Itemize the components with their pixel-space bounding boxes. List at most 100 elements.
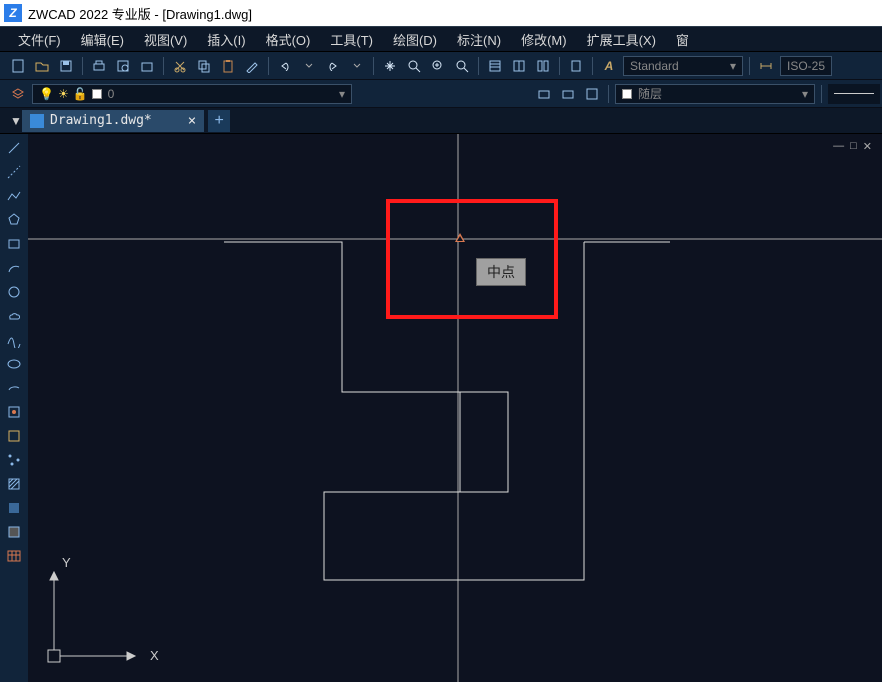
print-icon[interactable]	[88, 55, 110, 77]
make-block-icon[interactable]	[3, 425, 25, 447]
zoom-realtime-icon[interactable]	[403, 55, 425, 77]
layer-name: 0	[108, 87, 115, 101]
arc-icon[interactable]	[3, 257, 25, 279]
standard-toolbar: A Standard ▾ ISO-25	[0, 52, 882, 80]
undo-dropdown-icon[interactable]	[298, 55, 320, 77]
layer-freeze-icon: ☀	[58, 87, 69, 101]
spline-icon[interactable]	[3, 329, 25, 351]
pan-icon[interactable]	[379, 55, 401, 77]
document-tabbar: ▼ Drawing1.dwg* × +	[0, 108, 882, 134]
design-center-icon[interactable]	[508, 55, 530, 77]
tab-list-dropdown[interactable]: ▼	[0, 114, 18, 128]
app-icon: Z	[4, 4, 22, 22]
tab-close-button[interactable]: ×	[188, 113, 196, 129]
menu-draw[interactable]: 绘图(D)	[383, 26, 447, 53]
publish-icon[interactable]	[136, 55, 158, 77]
calculator-icon[interactable]	[565, 55, 587, 77]
layer-on-icon: 💡	[39, 87, 54, 101]
layer-toolbar: 💡 ☀ 🔓 0 ▾ 随层 ▾	[0, 80, 882, 108]
layer-manager-icon[interactable]	[7, 83, 29, 105]
titlebar: Z ZWCAD 2022 专业版 - [Drawing1.dwg]	[0, 0, 882, 26]
menu-insert[interactable]: 插入(I)	[197, 26, 255, 53]
chevron-down-icon: ▾	[339, 87, 345, 101]
hatch-icon[interactable]	[3, 473, 25, 495]
separator	[268, 57, 269, 75]
ellipse-icon[interactable]	[3, 353, 25, 375]
gradient-icon[interactable]	[3, 497, 25, 519]
chevron-down-icon: ▾	[730, 59, 736, 73]
point-icon[interactable]	[3, 449, 25, 471]
menu-file[interactable]: 文件(F)	[8, 26, 71, 53]
dwg-file-icon	[30, 114, 44, 128]
new-tab-button[interactable]: +	[208, 110, 230, 132]
viewport-maximize-button[interactable]: □	[850, 140, 857, 153]
region-icon[interactable]	[3, 521, 25, 543]
text-style-a-icon[interactable]: A	[598, 55, 620, 77]
insert-block-icon[interactable]	[3, 401, 25, 423]
match-properties-icon[interactable]	[241, 55, 263, 77]
open-icon[interactable]	[31, 55, 53, 77]
separator	[559, 57, 560, 75]
tool-palette-icon[interactable]	[532, 55, 554, 77]
properties-icon[interactable]	[484, 55, 506, 77]
zoom-previous-icon[interactable]	[451, 55, 473, 77]
workspace: — □ ✕ 中点	[0, 134, 882, 682]
separator	[373, 57, 374, 75]
menu-modify[interactable]: 修改(M)	[511, 26, 577, 53]
menu-edit[interactable]: 编辑(E)	[71, 26, 134, 53]
annotation-highlight-box	[386, 199, 558, 319]
midpoint-snap-marker-icon	[455, 233, 465, 242]
chevron-down-icon: ▾	[802, 87, 808, 101]
snap-tooltip: 中点	[476, 258, 526, 286]
color-value: 随层	[638, 85, 662, 102]
table-icon[interactable]	[3, 545, 25, 567]
separator	[478, 57, 479, 75]
save-icon[interactable]	[55, 55, 77, 77]
layer-walk-icon[interactable]	[581, 83, 603, 105]
menubar: 文件(F) 编辑(E) 视图(V) 插入(I) 格式(O) 工具(T) 绘图(D…	[0, 26, 882, 52]
layer-color-icon	[92, 89, 102, 99]
rectangle-icon[interactable]	[3, 233, 25, 255]
menu-dimension[interactable]: 标注(N)	[447, 26, 511, 53]
menu-view[interactable]: 视图(V)	[134, 26, 197, 53]
color-combo[interactable]: 随层 ▾	[615, 84, 815, 104]
dim-style-icon[interactable]	[755, 55, 777, 77]
line-icon[interactable]	[3, 137, 25, 159]
menu-window[interactable]: 窗	[666, 26, 699, 53]
menu-format[interactable]: 格式(O)	[256, 26, 321, 53]
revision-cloud-icon[interactable]	[3, 305, 25, 327]
layer-lock-icon: 🔓	[73, 87, 88, 101]
tab-drawing1[interactable]: Drawing1.dwg* ×	[22, 110, 204, 132]
viewport-minimize-button[interactable]: —	[833, 140, 844, 153]
snap-tooltip-text: 中点	[487, 264, 515, 280]
linetype-preview	[834, 93, 874, 94]
layer-iso-icon[interactable]	[533, 83, 555, 105]
linetype-combo[interactable]	[828, 84, 880, 104]
redo-dropdown-icon[interactable]	[346, 55, 368, 77]
construction-line-icon[interactable]	[3, 161, 25, 183]
polygon-icon[interactable]	[3, 209, 25, 231]
polyline-icon[interactable]	[3, 185, 25, 207]
circle-icon[interactable]	[3, 281, 25, 303]
drawing-canvas[interactable]: — □ ✕ 中点	[28, 134, 882, 682]
zoom-window-icon[interactable]	[427, 55, 449, 77]
dim-style-combo[interactable]: ISO-25	[780, 56, 832, 76]
layer-combo[interactable]: 💡 ☀ 🔓 0 ▾	[32, 84, 352, 104]
text-style-combo[interactable]: Standard ▾	[623, 56, 743, 76]
undo-icon[interactable]	[274, 55, 296, 77]
viewport-controls: — □ ✕	[833, 140, 872, 153]
menu-extend-tools[interactable]: 扩展工具(X)	[577, 26, 666, 53]
new-icon[interactable]	[7, 55, 29, 77]
menu-tools[interactable]: 工具(T)	[320, 26, 383, 53]
separator	[749, 57, 750, 75]
viewport-close-button[interactable]: ✕	[863, 140, 872, 153]
layer-prev-icon[interactable]	[557, 83, 579, 105]
text-style-value: Standard	[630, 59, 679, 73]
redo-icon[interactable]	[322, 55, 344, 77]
paste-icon[interactable]	[217, 55, 239, 77]
ellipse-arc-icon[interactable]	[3, 377, 25, 399]
cut-icon[interactable]	[169, 55, 191, 77]
print-preview-icon[interactable]	[112, 55, 134, 77]
copy-icon[interactable]	[193, 55, 215, 77]
tab-filename: Drawing1.dwg*	[50, 113, 152, 128]
